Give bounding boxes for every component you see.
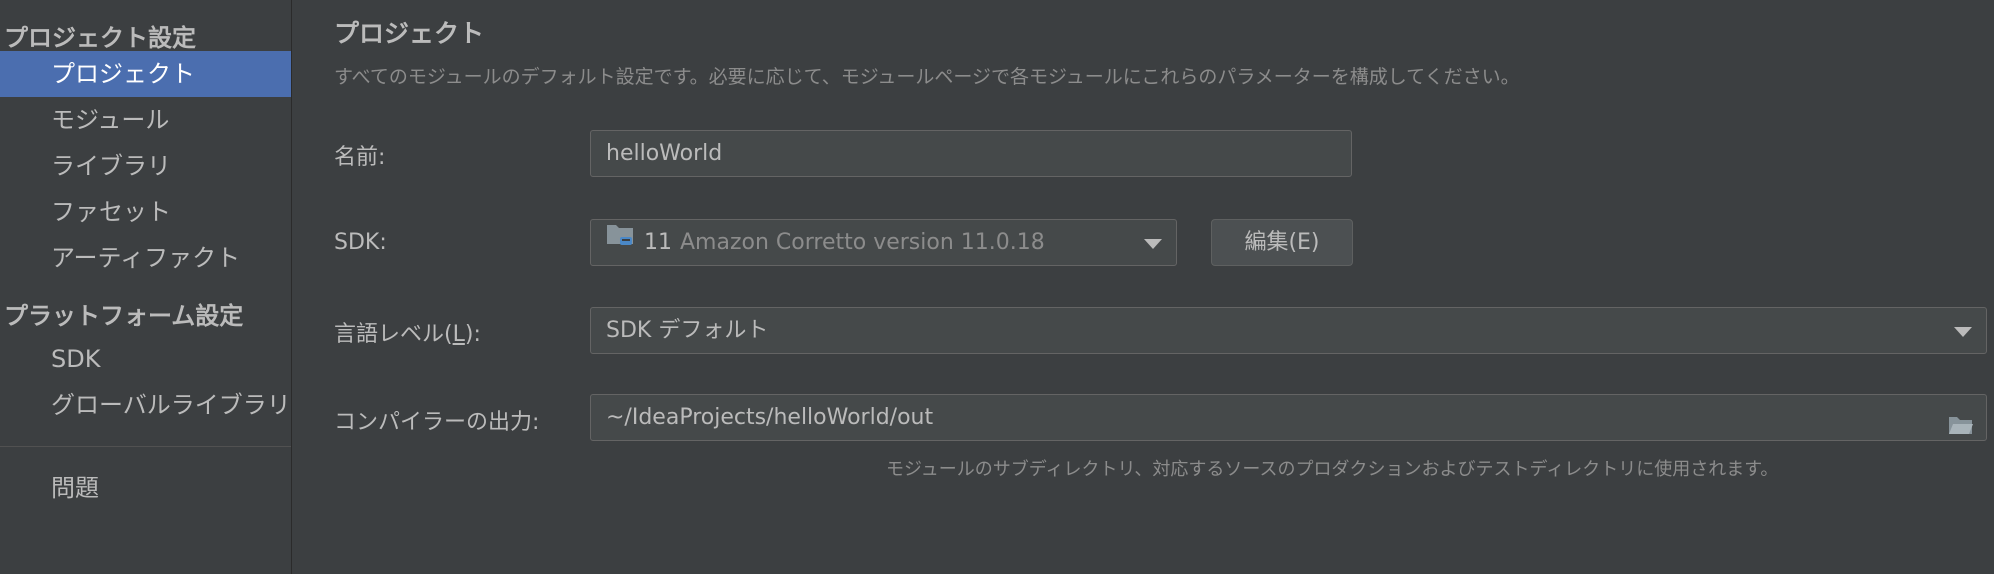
language-level-dropdown[interactable]: SDK デフォルト [590,307,1987,354]
sidebar-item-facets[interactable]: ファセット [0,189,291,235]
sidebar-item-label: ライブラリ [51,152,171,180]
sidebar-divider [0,446,291,447]
language-level-value: SDK デフォルト [606,318,769,343]
page-title: プロジェクト [334,19,485,48]
platform-settings-header: プラットフォーム設定 [4,302,244,330]
sidebar-item-problems[interactable]: 問題 [0,465,291,511]
language-level-label: 言語レベル(L): [334,316,481,348]
sidebar-item-project[interactable]: プロジェクト [0,51,291,97]
language-level-mnemonic: L [452,322,465,347]
sidebar-item-label: 問題 [51,474,99,502]
sidebar: プロジェクト設定 プロジェクト モジュール ライブラリ ファセット アーティファ… [0,0,292,574]
folder-browse-icon[interactable] [1948,407,1974,440]
name-label: 名前: [334,145,386,170]
compiler-output-label: コンパイラーの出力: [334,410,540,435]
sidebar-item-label: アーティファクト [51,244,241,272]
chevron-down-icon [1954,327,1972,337]
sdk-dropdown[interactable]: 11 Amazon Corretto version 11.0.18 [590,219,1177,266]
page-description: すべてのモジュールのデフォルト設定です。必要に応じて、モジュールページで各モジュ… [334,66,1520,88]
sdk-folder-icon [606,220,636,264]
sidebar-item-label: ファセット [51,198,171,226]
compiler-output-hint: モジュールのサブディレクトリ、対応するソースのプロダクションおよびテストディレク… [886,459,1779,480]
compiler-output-value: ~/IdeaProjects/helloWorld/out [606,405,934,430]
sidebar-item-libraries[interactable]: ライブラリ [0,143,291,189]
sidebar-item-sdk[interactable]: SDK [0,336,291,382]
sdk-version-text: Amazon Corretto version 11.0.18 [680,230,1045,255]
project-structure-dialog: プロジェクト設定 プロジェクト モジュール ライブラリ ファセット アーティファ… [0,0,1994,574]
chevron-down-icon [1144,239,1162,249]
sidebar-item-label: グローバルライブラリ [51,391,291,419]
edit-sdk-button[interactable]: 編集(E) [1211,219,1353,266]
sidebar-item-modules[interactable]: モジュール [0,97,291,143]
language-level-label-suffix: ): [464,322,481,347]
sidebar-item-global-libraries[interactable]: グローバルライブラリ [0,382,291,428]
name-field[interactable]: helloWorld [590,130,1352,177]
sdk-version-number: 11 [644,230,672,255]
compiler-output-field[interactable]: ~/IdeaProjects/helloWorld/out [590,394,1987,441]
sdk-label: SDK: [334,230,387,255]
sidebar-item-label: プロジェクト [51,60,195,88]
project-settings-panel: プロジェクト すべてのモジュールのデフォルト設定です。必要に応じて、モジュールペ… [293,0,1994,574]
sidebar-item-label: SDK [51,345,101,373]
name-field-value: helloWorld [606,141,723,166]
language-level-label-prefix: 言語レベル( [334,322,453,347]
sidebar-item-artifacts[interactable]: アーティファクト [0,235,291,281]
sidebar-item-label: モジュール [51,106,170,134]
